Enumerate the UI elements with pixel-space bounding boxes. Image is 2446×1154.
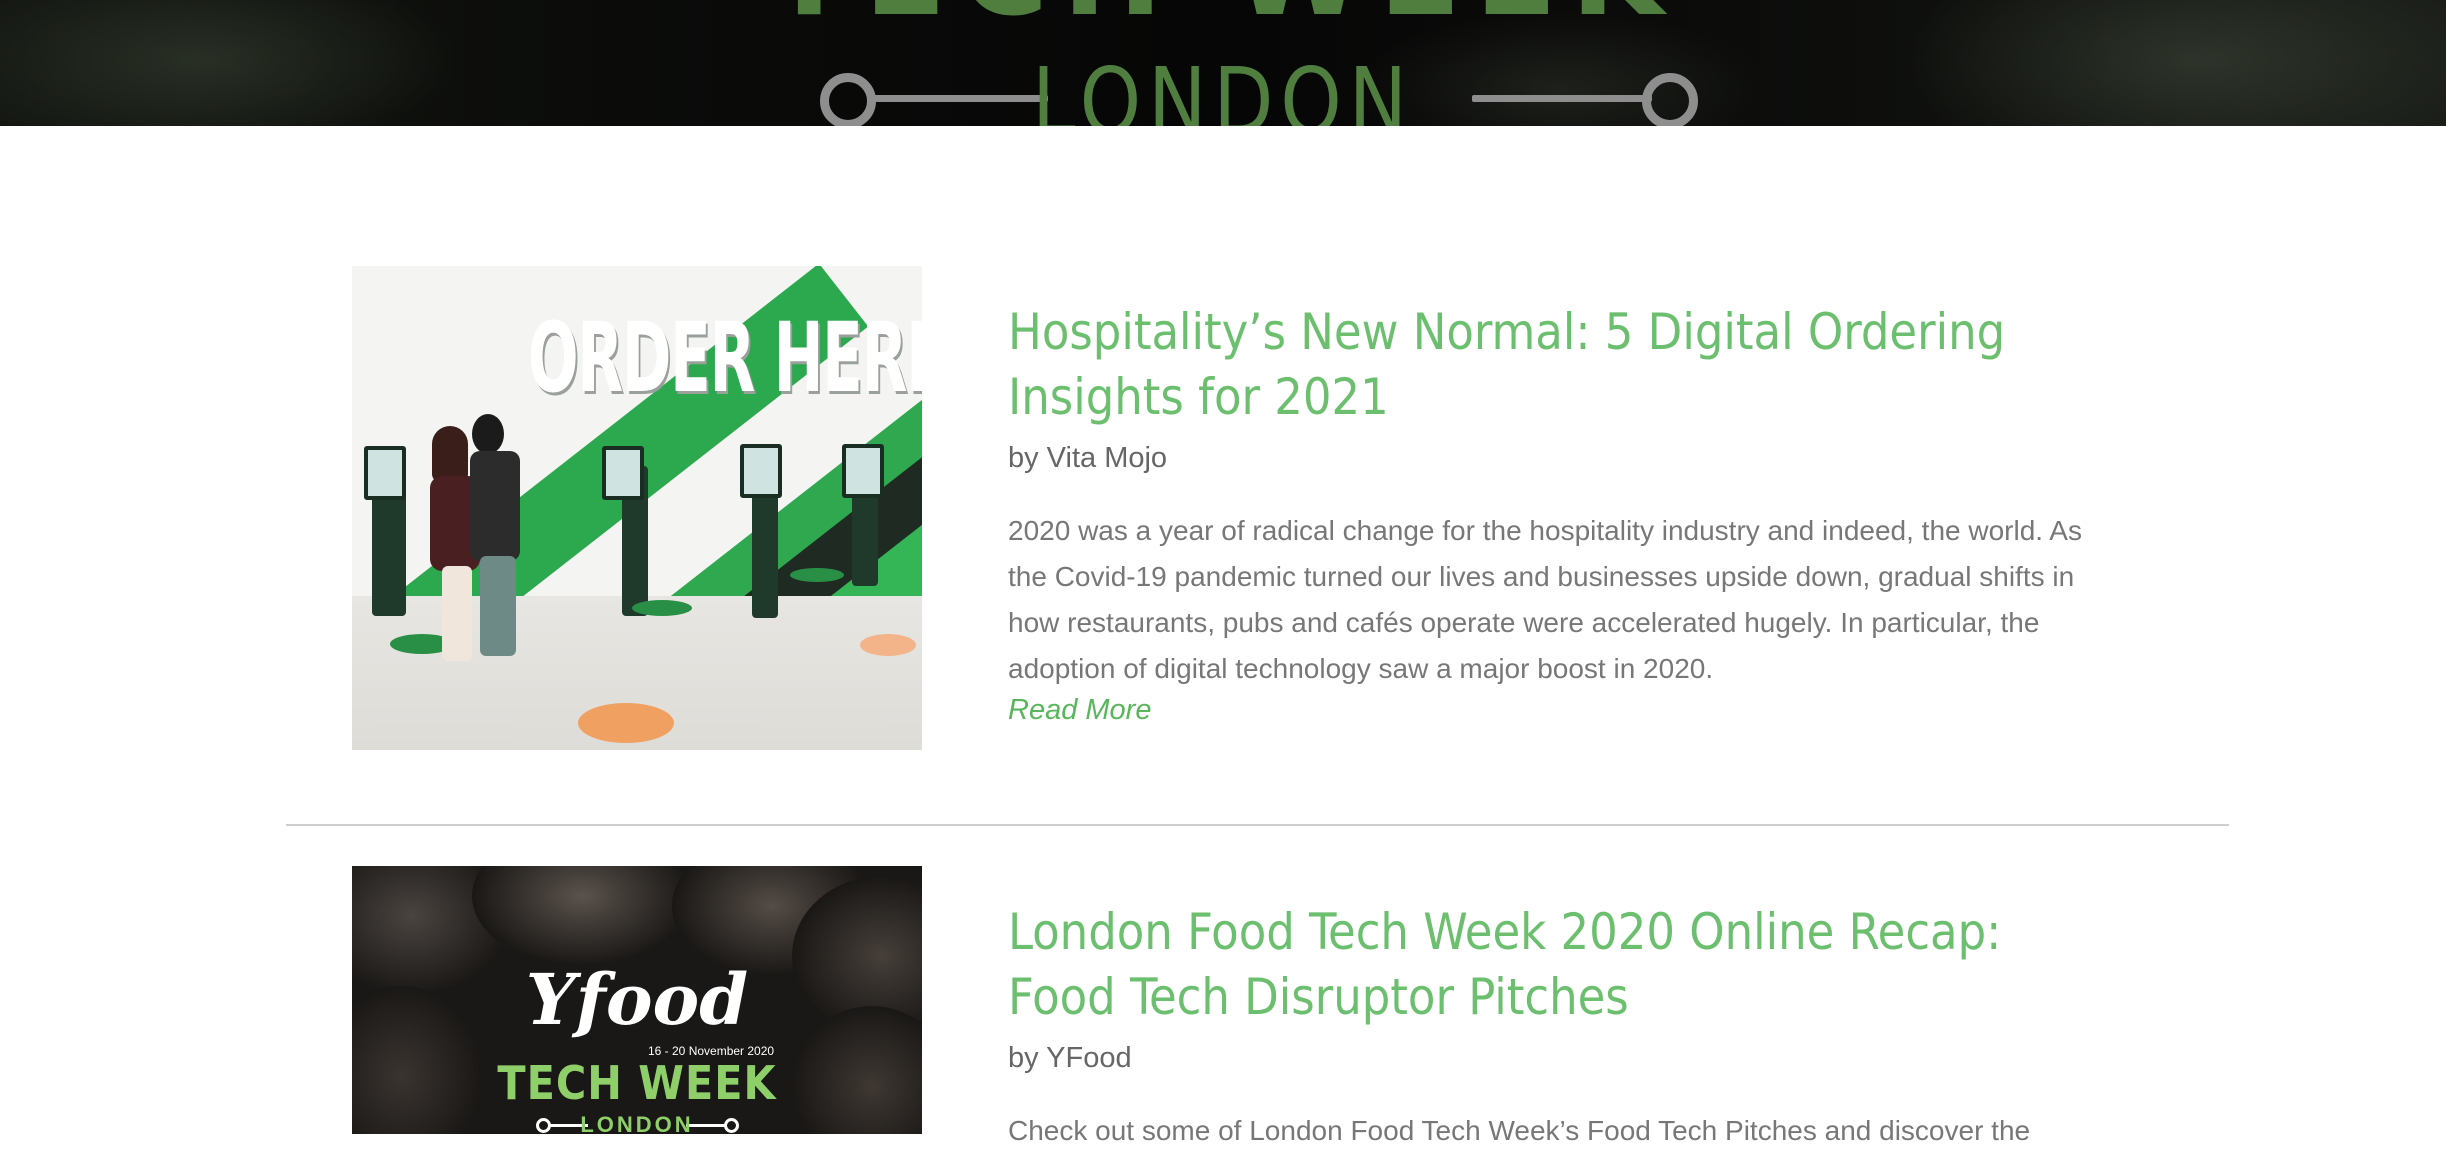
post-title-link[interactable]: London Food Tech Week 2020 Online Recap:… <box>1008 903 2001 1026</box>
person-figure <box>442 566 472 661</box>
hero-event-title: TECH WEEK <box>0 0 2446 34</box>
floor-spot-wait <box>860 634 916 656</box>
post-excerpt: 2020 was a year of radical change for th… <box>1008 515 2082 684</box>
yfood-london: LONDON <box>580 1112 694 1134</box>
floor-spot <box>632 600 692 616</box>
floor-spot-wait <box>578 703 674 743</box>
post-thumbnail[interactable]: Yfood 16 - 20 November 2020 TECH WEEK LO… <box>352 866 922 1134</box>
post-thumbnail[interactable]: ORDER HERE <box>352 266 922 750</box>
read-more-link[interactable]: Read More <box>1008 694 1151 727</box>
post-author: by YFood <box>1008 1042 1132 1074</box>
yfood-logo: Yfood <box>525 958 749 1041</box>
post-title: Hospitality’s New Normal: 5 Digital Orde… <box>1008 300 2118 430</box>
hero-banner: TECH WEEK LONDON <box>0 0 2446 126</box>
person-figure <box>480 556 516 656</box>
post-title-link[interactable]: Hospitality’s New Normal: 5 Digital Orde… <box>1008 303 2005 426</box>
post-body: Hospitality’s New Normal: 5 Digital Orde… <box>1008 300 2118 727</box>
kiosk-screen <box>602 446 644 500</box>
post-excerpt: Check out some of London Food Tech Week’… <box>1008 1115 2031 1146</box>
kiosk-screen <box>364 446 406 500</box>
thumbnail-crowd <box>472 866 692 966</box>
post-author: by Vita Mojo <box>1008 442 1168 474</box>
person-figure <box>470 451 520 561</box>
hero-city-title: LONDON <box>1032 48 1414 127</box>
post-title: London Food Tech Week 2020 Online Recap:… <box>1008 900 2118 1030</box>
person-figure <box>472 414 504 454</box>
kiosk-screen <box>740 444 782 498</box>
order-here-sign: ORDER HERE <box>528 302 922 414</box>
kiosk-screen <box>842 444 884 498</box>
floor-spot <box>790 568 844 582</box>
person-figure <box>432 426 468 482</box>
post-divider <box>286 824 2229 826</box>
post-body: London Food Tech Week 2020 Online Recap:… <box>1008 900 2118 1154</box>
yfood-tech-week: TECH WEEK <box>497 1056 777 1110</box>
